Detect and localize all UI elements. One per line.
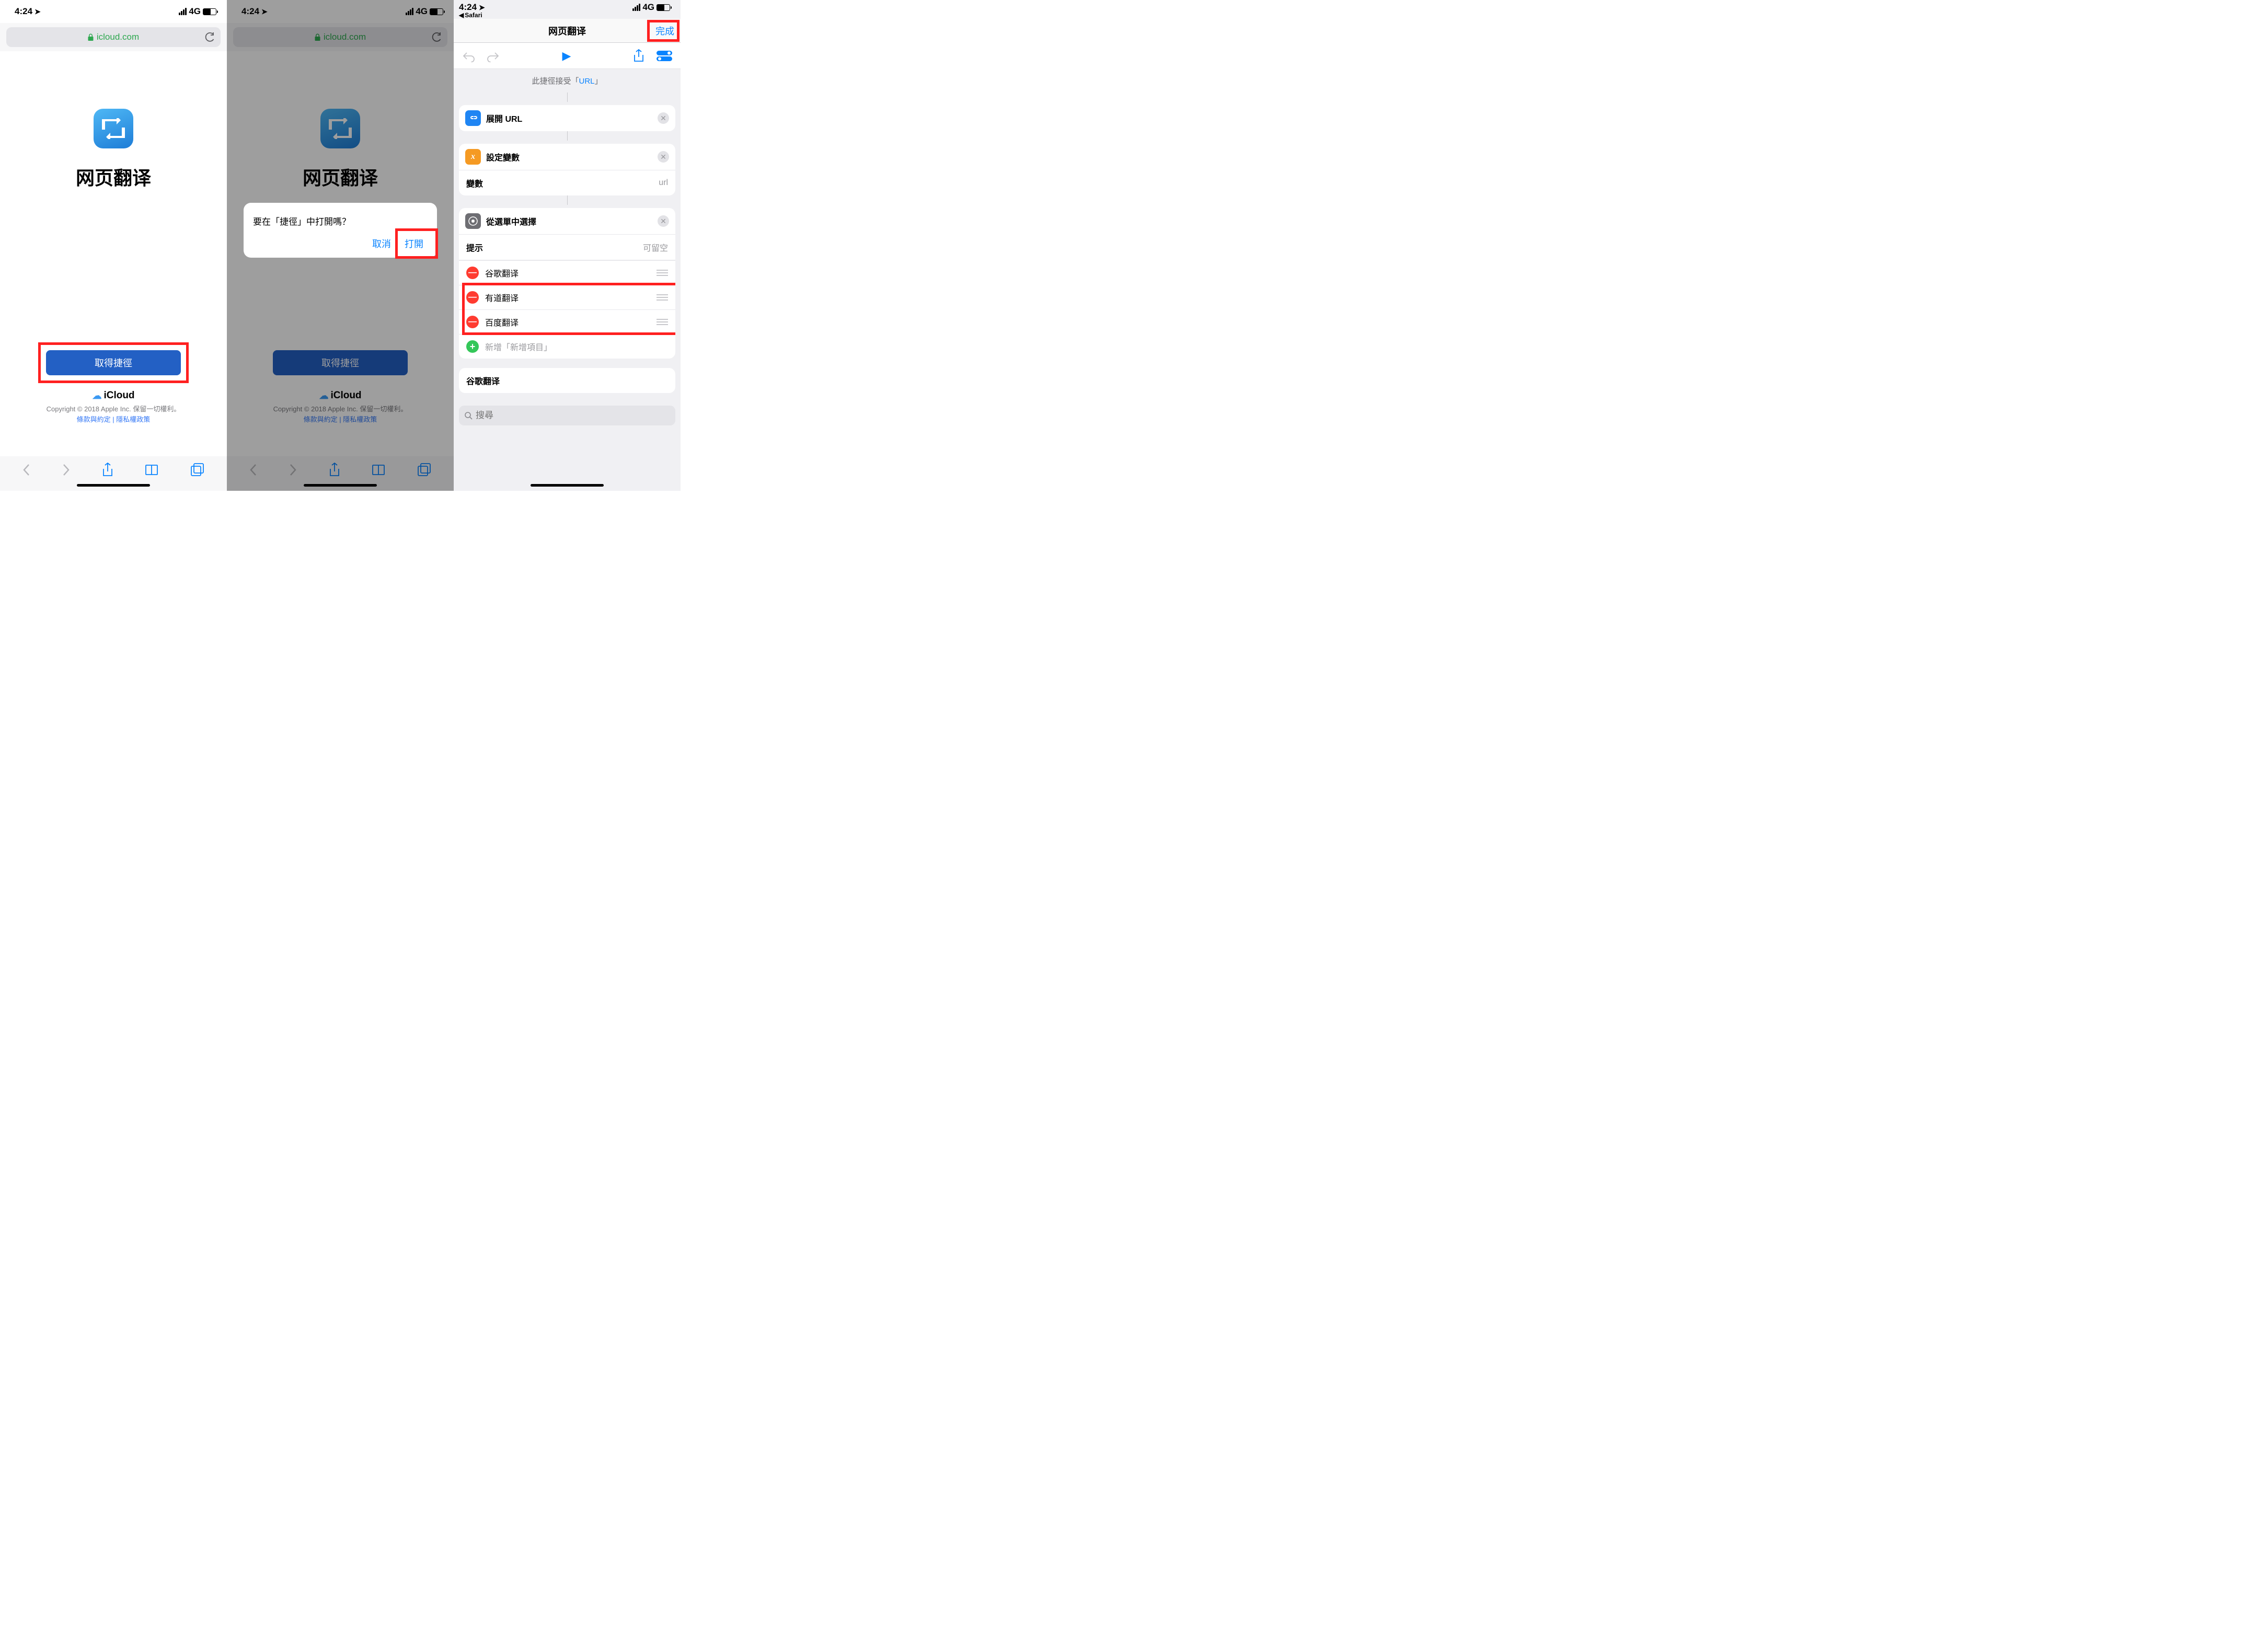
gear-icon <box>465 213 481 229</box>
home-indicator[interactable] <box>531 484 604 487</box>
signal-icon <box>179 8 187 15</box>
icloud-logo: ☁iCloud <box>92 390 134 401</box>
signal-icon <box>632 4 640 11</box>
url-bar-container: icloud.com <box>0 23 227 51</box>
highlight-box <box>395 228 438 259</box>
undo-button[interactable] <box>462 50 476 62</box>
search-icon <box>464 411 473 420</box>
run-button[interactable]: ▶ <box>562 49 571 63</box>
alert-message: 要在「捷徑」中打開嗎？ <box>253 214 428 227</box>
search-bar[interactable] <box>459 406 675 425</box>
remove-action-button[interactable]: ✕ <box>658 112 669 124</box>
search-input[interactable] <box>476 410 670 421</box>
menu-item-label: 谷歌翻译 <box>485 267 650 279</box>
legal-links: 條款與約定 | 隱私權政策 <box>77 414 151 424</box>
status-bar: 4:24 ➤ 4G <box>0 0 227 23</box>
editor-toolbar: ▶ <box>454 43 681 69</box>
status-bar: 4:24 ➤ 4G ◀Safari <box>454 0 681 19</box>
status-time: 4:24 <box>459 2 477 13</box>
flow-connector <box>567 93 568 102</box>
location-icon: ➤ <box>479 3 485 12</box>
lock-icon <box>88 33 94 41</box>
variable-value: url <box>659 178 668 188</box>
add-item-button[interactable]: + <box>466 340 479 353</box>
forward-button[interactable] <box>62 464 70 476</box>
variable-icon: x <box>465 149 481 165</box>
variable-label: 變數 <box>466 177 483 189</box>
back-button[interactable] <box>22 464 30 476</box>
phone-2: 4:24 ➤ 4G icloud.com 网页翻译 取得捷徑 ☁iCloud <box>227 0 454 491</box>
action-title: 從選單中選擇 <box>486 215 652 227</box>
settings-toggle-button[interactable] <box>657 51 672 61</box>
flow-connector <box>567 131 568 141</box>
cloud-icon: ☁ <box>92 390 101 401</box>
link-icon <box>465 110 481 126</box>
home-indicator[interactable] <box>77 484 150 487</box>
url-domain: icloud.com <box>97 32 139 42</box>
remove-action-button[interactable]: ✕ <box>658 151 669 163</box>
highlight-box <box>647 20 680 42</box>
action-choose-from-menu: 從選單中選擇 ✕ 提示 可留空 — 谷歌翻译 — 有道翻译 — 百度翻译 + 新… <box>459 208 675 359</box>
network-label: 4G <box>642 2 654 13</box>
bookmarks-button[interactable] <box>145 464 159 476</box>
shortcut-title: 网页翻译 <box>76 163 151 190</box>
battery-icon <box>657 4 670 11</box>
delete-item-button[interactable]: — <box>466 267 479 279</box>
accepts-row: 此捷徑接受「URL」 <box>454 69 681 93</box>
highlight-box <box>38 342 189 383</box>
action-title: 設定變數 <box>486 151 652 163</box>
privacy-link[interactable]: 隱私權政策 <box>116 416 150 423</box>
prompt-label: 提示 <box>466 241 483 253</box>
phone-1: 4:24 ➤ 4G icloud.com 网页翻译 取得捷徑 ☁iClou <box>0 0 227 491</box>
shortcut-app-icon <box>94 109 133 148</box>
share-button[interactable] <box>102 463 113 477</box>
branch-label: 谷歌翻译 <box>466 377 500 386</box>
remove-action-button[interactable]: ✕ <box>658 215 669 227</box>
action-expand-url: 展開 URL ✕ <box>459 105 675 131</box>
open-app-alert: 要在「捷徑」中打開嗎？ 取消 打開 <box>244 203 437 258</box>
terms-link[interactable]: 條款與約定 <box>77 416 111 423</box>
status-time: 4:24 <box>15 6 32 17</box>
reload-button[interactable] <box>205 31 215 43</box>
accepts-type-link[interactable]: URL <box>579 77 594 86</box>
highlight-box <box>462 283 675 335</box>
alert-cancel-button[interactable]: 取消 <box>372 237 391 250</box>
editor-nav: 网页翻译 完成 <box>454 19 681 43</box>
prompt-placeholder: 可留空 <box>643 241 668 253</box>
prompt-row[interactable]: 提示 可留空 <box>459 235 675 260</box>
back-to-app-button[interactable]: ◀Safari <box>459 11 670 19</box>
editor-title: 网页翻译 <box>548 24 586 38</box>
location-icon: ➤ <box>34 7 41 16</box>
redo-button[interactable] <box>486 50 500 62</box>
add-item-row[interactable]: + 新增「新增項目」 <box>459 334 675 359</box>
network-label: 4G <box>189 6 201 17</box>
drag-handle[interactable] <box>657 270 668 276</box>
battery-icon <box>203 8 216 15</box>
menu-branch-card[interactable]: 谷歌翻译 <box>459 368 675 393</box>
url-bar[interactable]: icloud.com <box>6 27 221 47</box>
action-set-variable: x 設定變數 ✕ 變數 url <box>459 144 675 195</box>
copyright-text: Copyright © 2018 Apple Inc. 保留一切權利。 <box>47 404 181 413</box>
add-item-label: 新增「新增項目」 <box>485 340 668 353</box>
menu-item[interactable]: — 谷歌翻译 <box>459 260 675 285</box>
share-button[interactable] <box>634 49 644 63</box>
flow-connector <box>567 195 568 205</box>
tabs-button[interactable] <box>191 463 204 477</box>
action-title: 展開 URL <box>486 112 652 124</box>
page-content: 网页翻译 取得捷徑 ☁iCloud Copyright © 2018 Apple… <box>0 51 227 456</box>
variable-row[interactable]: 變數 url <box>459 170 675 195</box>
phone-3: 4:24 ➤ 4G ◀Safari 网页翻译 完成 ▶ 此捷徑接受「URL」 <box>454 0 681 491</box>
